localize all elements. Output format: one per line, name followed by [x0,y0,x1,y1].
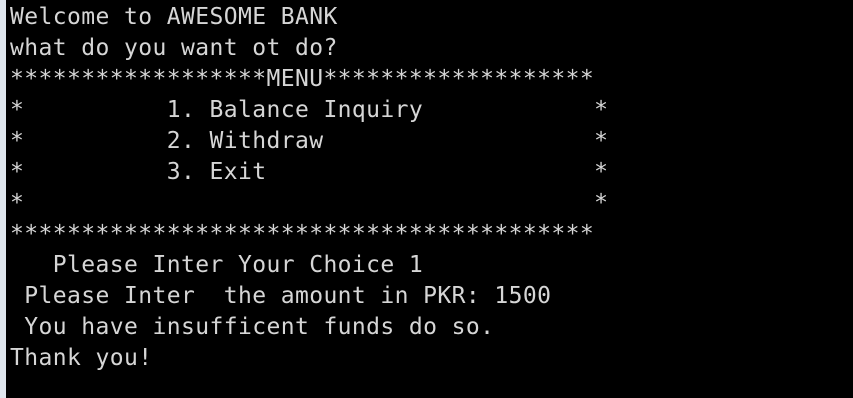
choice-line: Please Inter Your Choice 1 [10,252,424,278]
menu-blank-line: * * [10,190,609,216]
console-window[interactable]: Welcome to AWESOME BANK what do you want… [6,0,853,398]
menu-footer: ****************************************… [10,221,595,247]
insufficient-funds-message: You have insufficent funds do so. [10,314,495,340]
menu-item-exit: * 3. Exit * [10,159,609,185]
amount-line: Please Inter the amount in PKR: 1500 [10,283,552,309]
welcome-line: Welcome to AWESOME BANK [10,4,338,30]
prompt-line: what do you want ot do? [10,35,338,61]
thank-you-message: Thank you! [10,345,153,371]
menu-item-withdraw: * 2. Withdraw * [10,128,609,154]
menu-item-balance-inquiry: * 1. Balance Inquiry * [10,97,609,123]
menu-header: ******************MENU******************… [10,66,595,92]
